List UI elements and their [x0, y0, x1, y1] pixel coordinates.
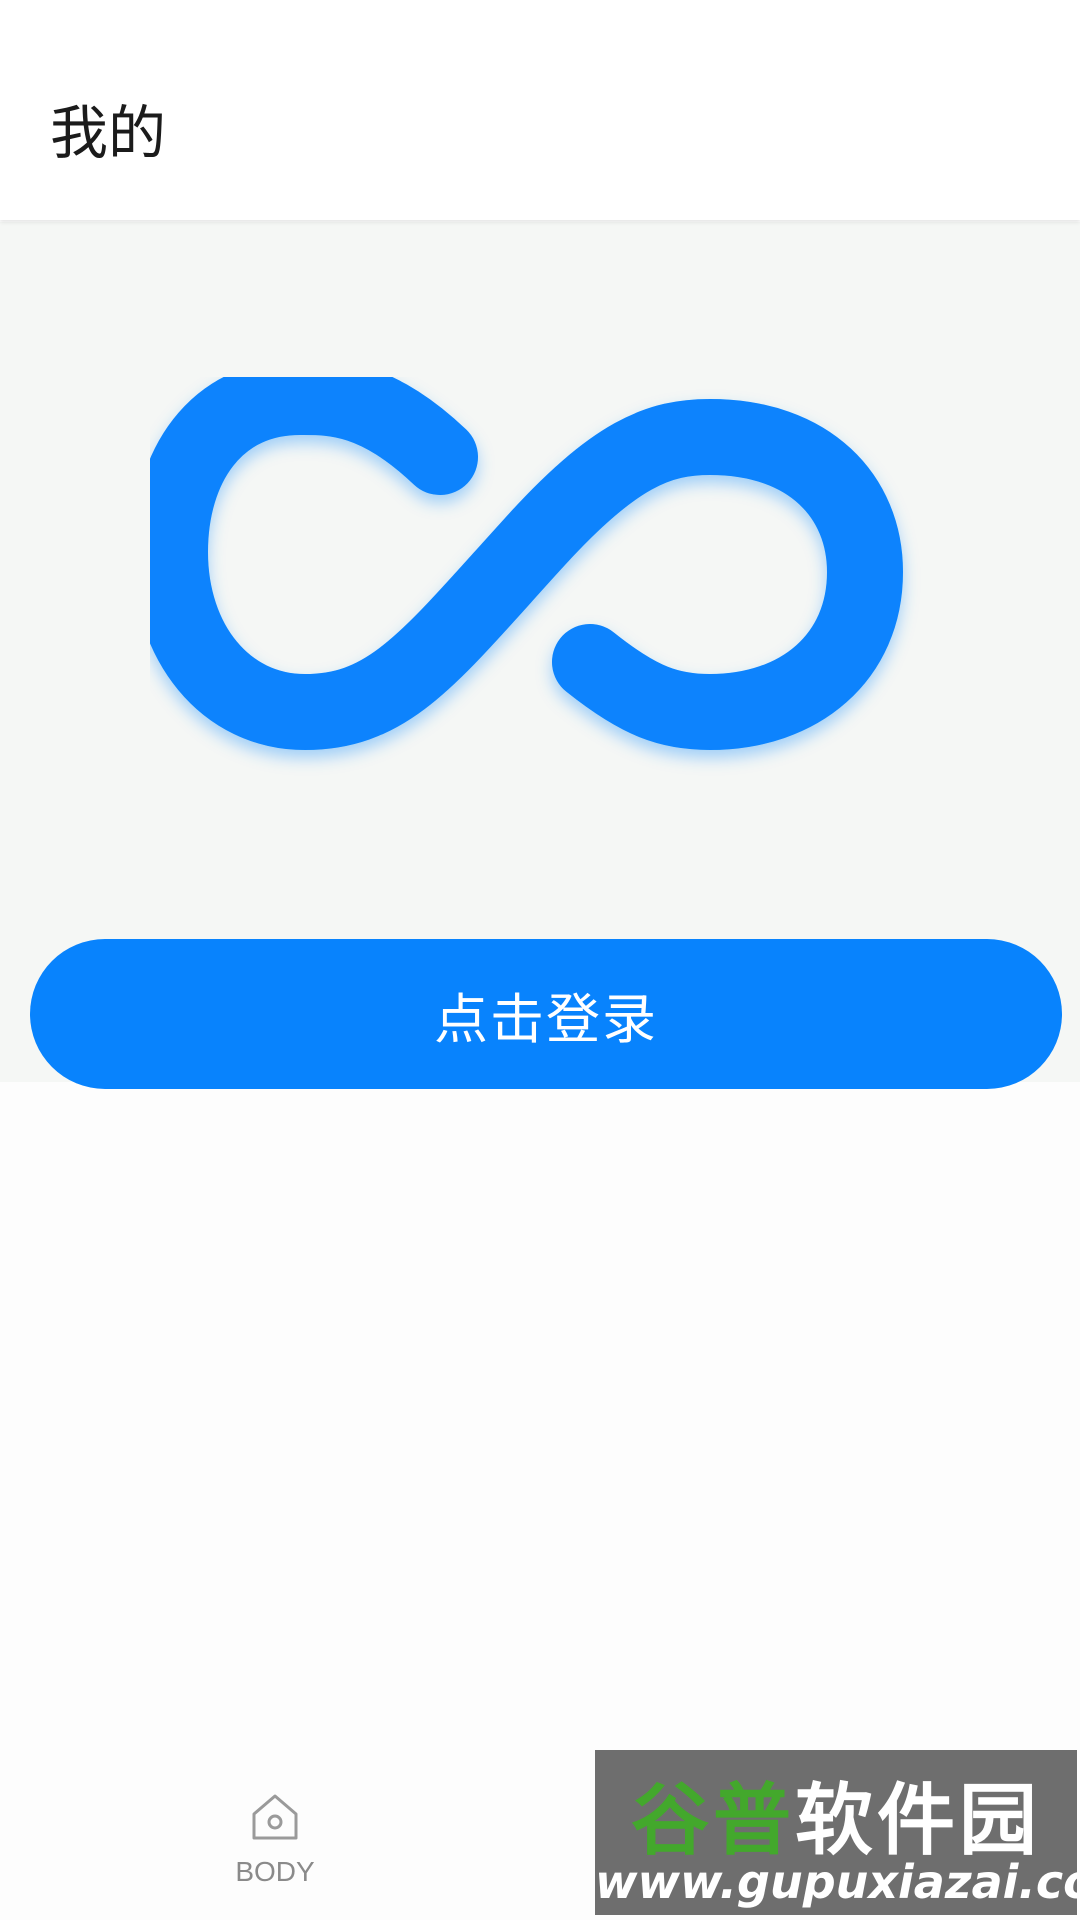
watermark: 谷普软件园 www.gupuxiazai.com: [595, 1750, 1077, 1915]
watermark-brand: 谷普软件园: [630, 1776, 1042, 1866]
top-app-bar: 我的: [0, 0, 1080, 220]
nav-item-body[interactable]: BODY: [200, 1790, 350, 1900]
infinity-logo-icon: [150, 377, 903, 750]
nav-item-label: BODY: [235, 1856, 315, 1887]
page-title: 我的: [50, 99, 167, 167]
watermark-url: www.gupuxiazai.com: [595, 1855, 1077, 1909]
profile-hero: 点击登录: [0, 222, 1080, 1089]
login-button[interactable]: 点击登录: [30, 939, 1062, 1089]
home-icon: [252, 1794, 298, 1840]
app-root: 我的 点击登录 BODY 谷普软件园 www.gupuxiazai.c: [0, 0, 1080, 1920]
